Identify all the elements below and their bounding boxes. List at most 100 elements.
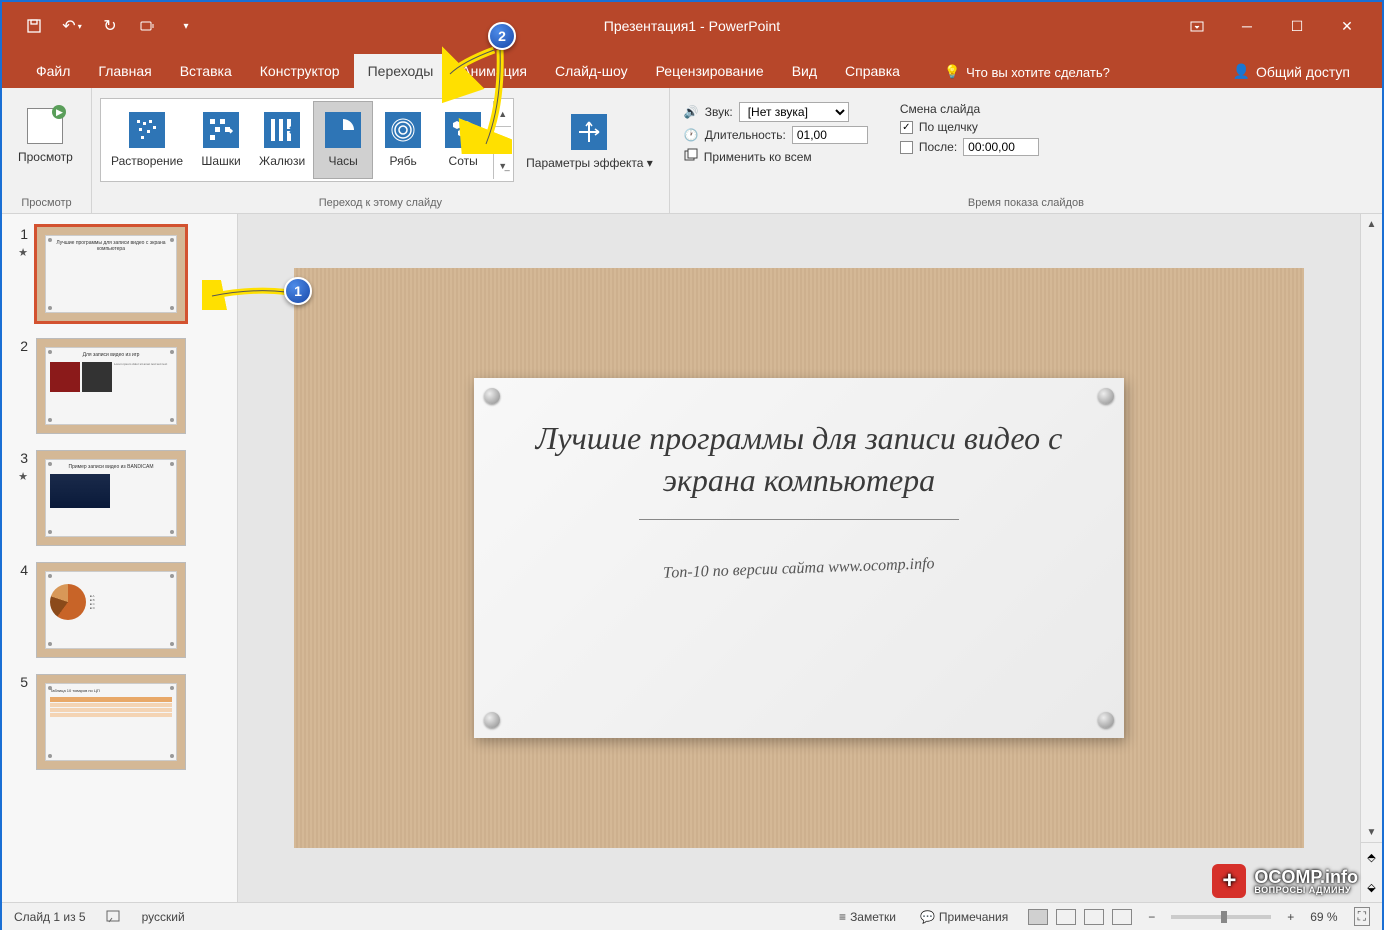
slide-content-card: Лучшие программы для записи видео с экра… [474,378,1124,738]
tab-insert[interactable]: Вставка [166,54,246,88]
duration-input[interactable] [792,126,868,144]
blinds-icon [264,112,300,148]
group-label-preview: Просмотр [10,195,83,211]
slide-thumbnail-1[interactable]: Лучшие программы для записи видео с экра… [36,226,186,322]
gallery-more[interactable]: ▼̲ [494,154,511,179]
scroll-track[interactable] [1361,234,1382,822]
watermark-title: OCOMP.info [1254,868,1358,886]
comments-icon: 💬 [920,910,935,924]
minimize-icon[interactable]: ─ [1232,11,1262,41]
undo-icon[interactable]: ↶ ▾ [60,14,84,38]
customize-qat-icon[interactable]: ▾ [174,14,198,38]
zoom-in-button[interactable]: + [1287,910,1294,924]
slide-editor[interactable]: Лучшие программы для записи видео с экра… [238,214,1360,902]
vertical-scrollbar: ▲ ▼ ⬘ ⬙ [1360,214,1382,902]
slide-thumbnail-4[interactable]: ■ A■ B■ C■ D [36,562,186,658]
tell-me-label: Что вы хотите сделать? [966,65,1110,80]
apply-all-button[interactable]: Применить ко всем [684,148,868,165]
save-icon[interactable] [22,14,46,38]
after-label: После: [919,140,957,154]
transition-label: Жалюзи [259,154,305,168]
sound-select[interactable]: [Нет звука] [739,102,849,122]
ribbon-options-icon[interactable] [1182,11,1212,41]
tab-home[interactable]: Главная [84,54,165,88]
maximize-icon[interactable]: ☐ [1282,11,1312,41]
transition-clock[interactable]: Часы [313,101,373,179]
watermark-icon: + [1212,864,1246,898]
slide-subtitle-text[interactable]: Топ-10 по версии сайта www.ocomp.info [663,555,935,582]
tab-design[interactable]: Конструктор [246,54,354,88]
language-indicator[interactable]: русский [142,910,185,924]
on-click-label: По щелчку [919,120,978,134]
preview-label: Просмотр [18,150,73,164]
preview-icon: ▶ [27,108,63,144]
spell-check-button[interactable] [102,908,126,926]
effect-options-button[interactable]: Параметры эффекта ▾ [518,98,661,186]
sorter-view-button[interactable] [1056,909,1076,925]
transition-star-icon: ★ [18,246,28,259]
transition-blinds[interactable]: Жалюзи [251,101,313,179]
advance-header: Смена слайда [900,102,1039,116]
zoom-out-button[interactable]: − [1148,910,1155,924]
slide-thumbnails-panel: 1 ★ Лучшие программы для записи видео с … [2,214,238,902]
notes-button[interactable]: ≡ Заметки [835,908,900,926]
annotation-badge-1: 1 [284,277,312,305]
title-bar: ↶ ▾ ↻ ▾ Презентация1 - PowerPoint ─ ☐ ✕ [2,2,1382,50]
transition-star-icon: ★ [18,470,28,483]
transition-checkers[interactable]: Шашки [191,101,251,179]
prev-slide-button[interactable]: ⬘ [1361,843,1382,873]
lightbulb-icon: 💡 [944,64,960,80]
comments-button[interactable]: 💬 Примечания [916,908,1012,926]
next-slide-button[interactable]: ⬙ [1361,873,1382,903]
slide-thumbnail-3[interactable]: Пример записи видео из BANDICAM [36,450,186,546]
scroll-up[interactable]: ▲ [1361,214,1382,234]
duration-icon: 🕐 [684,128,699,142]
zoom-slider[interactable] [1171,915,1271,919]
main-area: 1 ★ Лучшие программы для записи видео с … [2,214,1382,902]
fit-to-window-button[interactable]: ⛶ [1354,907,1370,926]
close-icon[interactable]: ✕ [1332,11,1362,41]
start-from-beginning-icon[interactable] [136,14,160,38]
ribbon-group-timing: 🔊 Звук: [Нет звука] 🕐 Длительность: Прим… [670,88,1382,213]
after-checkbox[interactable] [900,141,913,154]
transition-label: Часы [329,154,358,168]
transition-ripple[interactable]: Рябь [373,101,433,179]
thumb-number: 5 [10,674,28,770]
zoom-level[interactable]: 69 % [1310,910,1337,924]
slide-thumbnail-2[interactable]: Для записи видео из игр Lorem ipsum dolo… [36,338,186,434]
person-icon: 👤 [1233,63,1250,80]
apply-all-label: Применить ко всем [704,150,812,164]
scroll-down[interactable]: ▼ [1361,822,1382,842]
notes-label: Заметки [850,910,896,924]
tab-transitions[interactable]: Переходы [354,54,448,88]
reading-view-button[interactable] [1084,909,1104,925]
slide-thumbnail-5[interactable]: Таблица 10 товаров по ЦП [36,674,186,770]
redo-icon[interactable]: ↻ [98,14,122,38]
share-label: Общий доступ [1256,64,1350,80]
tab-review[interactable]: Рецензирование [642,54,778,88]
share-button[interactable]: 👤 Общий доступ [1221,55,1363,88]
tab-view[interactable]: Вид [778,54,831,88]
slide-divider [639,519,959,520]
window-title: Презентация1 - PowerPoint [604,18,780,34]
after-input[interactable] [963,138,1039,156]
tab-file[interactable]: Файл [22,54,84,88]
apply-all-icon [684,148,698,165]
slide-title-text[interactable]: Лучшие программы для записи видео с экра… [524,418,1074,501]
view-buttons [1028,909,1132,925]
tell-me-search[interactable]: 💡 Что вы хотите сделать? [934,56,1120,88]
tab-slideshow[interactable]: Слайд-шоу [541,54,642,88]
watermark: + OCOMP.info ВОПРОСЫ АДМИНУ [1212,864,1358,898]
window-controls: ─ ☐ ✕ [1182,11,1382,41]
normal-view-button[interactable] [1028,909,1048,925]
slide-canvas: Лучшие программы для записи видео с экра… [294,268,1304,848]
tab-help[interactable]: Справка [831,54,914,88]
notes-icon: ≡ [839,910,846,924]
slideshow-view-button[interactable] [1112,909,1132,925]
duration-label: Длительность: [705,128,786,142]
quick-access-toolbar: ↶ ▾ ↻ ▾ [2,14,198,38]
ribbon: ▶ Просмотр Просмотр Растворение [2,88,1382,214]
transition-dissolve[interactable]: Растворение [103,101,191,179]
preview-button[interactable]: ▶ Просмотр [10,92,81,180]
on-click-checkbox[interactable]: ✓ [900,121,913,134]
